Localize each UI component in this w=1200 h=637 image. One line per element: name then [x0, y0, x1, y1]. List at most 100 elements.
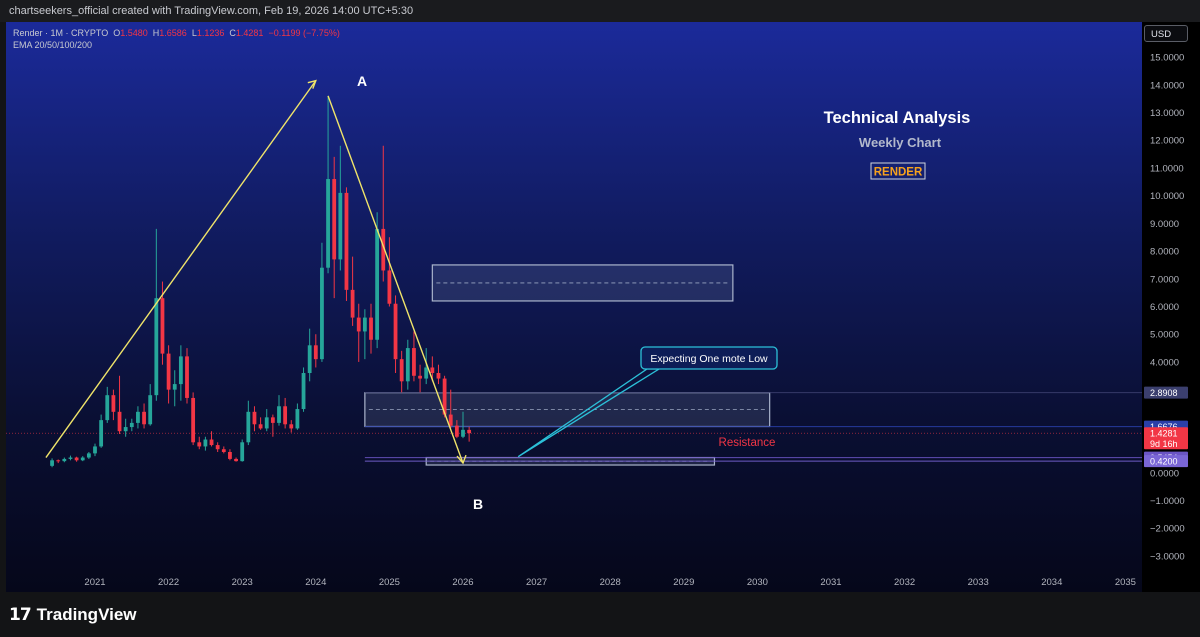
candle-body-2021-10	[148, 395, 153, 425]
candle-body-2022-06	[197, 442, 202, 447]
price-tick-label: 0.0000	[1150, 468, 1179, 479]
candle-body-2021-12	[160, 298, 165, 354]
price-tick-label: −3.0000	[1150, 551, 1185, 562]
candle-body-2021-05	[117, 411, 122, 432]
candle-body-2025-03	[399, 359, 404, 382]
indicator-name: EMA 20/50/100/200	[13, 40, 93, 50]
candle-body-2024-09	[362, 317, 367, 332]
candle-body-2025-05	[412, 348, 416, 376]
candle-body-2022-04	[185, 356, 189, 398]
tradingview-wordmark: TradingView	[36, 605, 137, 624]
callout-text: Expecting One mote Low	[650, 353, 768, 365]
candle-body-2025-09	[436, 373, 441, 379]
candle-body-2021-08	[136, 411, 140, 423]
time-tick-label: 2028	[600, 577, 621, 588]
candle-body-2021-11	[154, 298, 159, 396]
candle-body-2024-08	[356, 317, 361, 332]
candle-body-2020-08	[62, 458, 67, 462]
time-tick-label: 2033	[968, 577, 989, 588]
price-tick-label: 14.0000	[1150, 80, 1184, 91]
candle-body-2025-06	[418, 375, 422, 379]
time-tick-label: 2023	[232, 577, 253, 588]
footer-bar	[0, 592, 1200, 637]
tradingview-brand[interactable]: 17 TradingView	[9, 605, 137, 625]
price-tick-label: 8.0000	[1150, 247, 1179, 258]
candle-body-2022-01	[166, 353, 171, 390]
time-tick-label: 2032	[894, 577, 915, 588]
candle-body-2021-04	[111, 395, 116, 412]
candle-body-2021-09	[142, 411, 146, 425]
candle-body-2022-07	[203, 439, 208, 447]
close-value: 1.4281	[235, 28, 264, 38]
candle-body-2026-01	[461, 429, 465, 437]
candle-body-2021-06	[123, 427, 128, 432]
candle-body-2020-11	[80, 457, 85, 461]
time-axis[interactable]: 2021 2022 2023 2024 2025 2026 2027 2028 2029 2030…	[84, 577, 1136, 588]
time-tick-label: 2035	[1115, 577, 1136, 588]
candle-body-2021-03	[105, 395, 110, 421]
candle-body-2020-12	[86, 453, 91, 458]
candle-body-2020-09	[68, 457, 73, 459]
price-tag-text-3: 1.4281	[1150, 429, 1178, 439]
candle-body-2025-08	[430, 367, 435, 374]
candle-body-2023-02	[246, 411, 251, 443]
analysis-title: Technical Analysis	[824, 109, 971, 127]
candle-body-2025-04	[405, 348, 410, 382]
candle-body-2024-01	[313, 345, 318, 360]
currency-button[interactable]: USD	[1144, 25, 1188, 42]
high-value: 1.6586	[159, 28, 187, 38]
tradingview-logo-icon: 17	[9, 605, 32, 625]
candle-body-2024-03	[326, 179, 330, 268]
candle-body-2022-08	[209, 439, 214, 446]
zone-box-1	[431, 264, 734, 302]
candle-body-2023-01	[240, 442, 245, 462]
candle-body-2024-10	[369, 317, 373, 340]
candle-body-2024-05	[338, 192, 343, 260]
candle-body-2022-05	[191, 397, 196, 443]
candle-body-2024-11	[375, 228, 380, 340]
time-tick-label: 2029	[673, 577, 694, 588]
price-tick-label: 6.0000	[1150, 302, 1179, 313]
candle-body-2022-10	[221, 449, 226, 452]
candle-body-2024-04	[332, 179, 337, 260]
candle-body-2023-12	[307, 345, 312, 374]
candle-body-2020-10	[74, 457, 79, 461]
candle-body-2023-03	[252, 411, 257, 425]
low-value: 1.1236	[196, 28, 225, 38]
time-tick-label: 2024	[305, 577, 326, 588]
price-tick-label: −1.0000	[1150, 496, 1185, 507]
open-value: 1.5480	[120, 28, 148, 38]
indicator-legend[interactable]: EMA 20/50/100/200	[13, 40, 92, 50]
candle-body-2024-06	[344, 192, 349, 290]
price-tick-label: 9.0000	[1150, 219, 1179, 230]
symbol-legend[interactable]: Render · 1M · CRYPTO O1.5480 H1.6586 L1.…	[13, 28, 340, 38]
time-tick-label: 2030	[747, 577, 768, 588]
candle-body-2025-02	[393, 303, 398, 360]
resistance-label: Resistance	[719, 437, 776, 449]
candle-body-2023-10	[295, 409, 300, 429]
price-chart[interactable]: Expecting One mote Low A B Technical Analy…	[0, 22, 1200, 592]
ticker-tag: RENDER	[874, 167, 923, 179]
candle-body-2026-02	[467, 429, 472, 434]
candle-body-2025-11	[448, 414, 453, 426]
time-tick-label: 2021	[84, 577, 105, 588]
time-tick-label: 2025	[379, 577, 400, 588]
price-tag-text-5: 0.4200	[1150, 457, 1178, 467]
candle-body-2023-11	[301, 373, 306, 410]
time-tick-label: 2022	[158, 577, 179, 588]
price-tick-label: 15.0000	[1150, 53, 1184, 64]
candle-body-2023-04	[258, 424, 263, 429]
candle-body-2021-01	[93, 446, 97, 454]
price-tick-label: 12.0000	[1150, 136, 1184, 147]
price-tick-label: 13.0000	[1150, 108, 1184, 119]
price-tag-countdown: 9d 16h	[1150, 439, 1178, 449]
candle-body-2023-08	[283, 406, 288, 425]
candle-body-2023-06	[270, 417, 275, 423]
change-value: −0.1199 (−7.75%)	[268, 28, 340, 38]
analysis-subtitle: Weekly Chart	[859, 135, 942, 150]
candle-body-2020-07	[56, 460, 61, 462]
plot-background	[6, 22, 1142, 592]
candle-body-2024-02	[320, 267, 324, 360]
snapshot-caption-bar: chartseekers_official created with Tradi…	[0, 0, 1200, 22]
candle-body-2023-09	[289, 424, 294, 429]
